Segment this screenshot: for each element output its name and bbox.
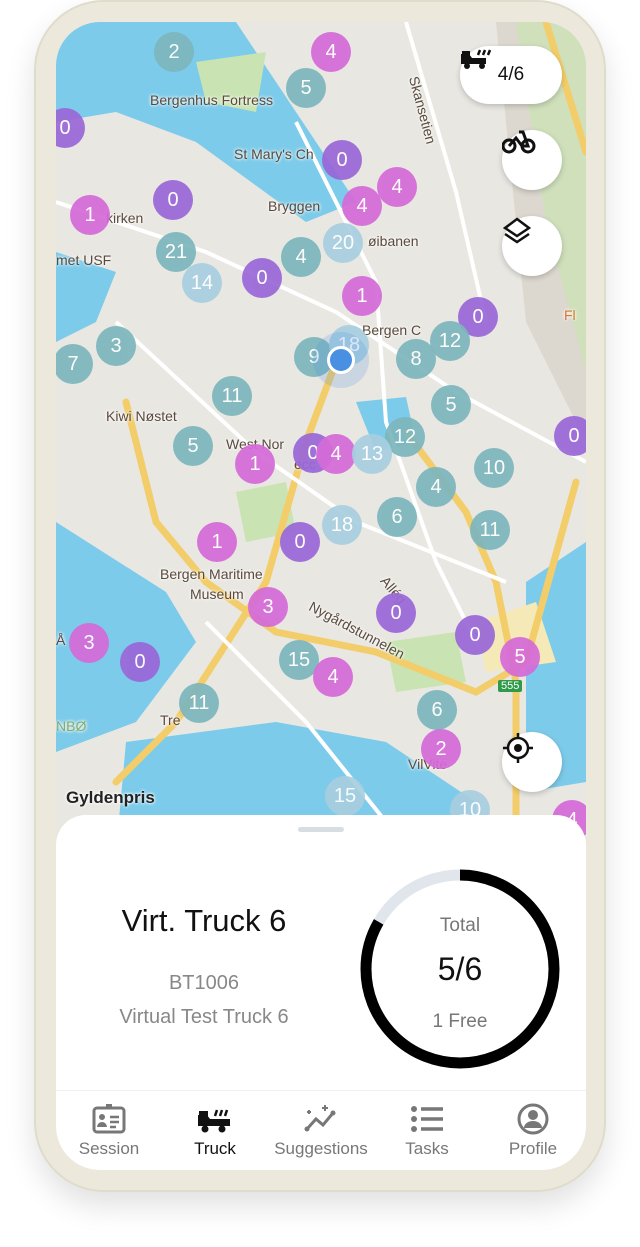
nav-suggestions[interactable]: Suggestions bbox=[268, 1091, 374, 1170]
map-label: Bergenhus Fortress bbox=[150, 92, 273, 108]
map-label: Kiwi Nøstet bbox=[106, 408, 177, 424]
road-sign: 555 bbox=[498, 680, 523, 692]
cluster-marker[interactable]: 0 bbox=[120, 642, 160, 682]
cluster-marker[interactable]: 4 bbox=[311, 32, 351, 72]
id-badge-icon bbox=[92, 1104, 126, 1134]
cluster-marker[interactable]: 11 bbox=[470, 510, 510, 550]
bike-icon bbox=[502, 130, 536, 154]
nav-truck[interactable]: Truck bbox=[162, 1091, 268, 1170]
nav-profile[interactable]: Profile bbox=[480, 1091, 586, 1170]
bike-button[interactable] bbox=[502, 130, 562, 190]
nav-label: Suggestions bbox=[274, 1139, 368, 1158]
truck-icon bbox=[198, 1109, 230, 1133]
nav-label: Profile bbox=[508, 1139, 558, 1158]
ring-value: 5/6 bbox=[437, 951, 483, 987]
cluster-marker[interactable]: 0 bbox=[280, 522, 320, 562]
nav-label: Tasks bbox=[405, 1139, 449, 1158]
cluster-marker[interactable]: 11 bbox=[179, 683, 219, 723]
layers-icon bbox=[502, 217, 532, 244]
crosshair-icon bbox=[503, 733, 533, 763]
map-label: Bergen C bbox=[362, 322, 422, 338]
truck-icon bbox=[461, 49, 492, 69]
map-label: Bergen Maritime bbox=[160, 566, 263, 582]
cluster-marker[interactable]: 14 bbox=[182, 263, 222, 303]
cluster-marker[interactable]: 15 bbox=[325, 776, 365, 816]
nav-tasks[interactable]: Tasks bbox=[374, 1091, 480, 1170]
cluster-marker[interactable]: 4 bbox=[281, 237, 321, 277]
nav-session[interactable]: Session bbox=[56, 1091, 162, 1170]
cluster-marker[interactable]: 1 bbox=[342, 276, 382, 316]
truck-info-card: Virt. Truck 6 BT1006 Virtual Test Truck … bbox=[56, 815, 586, 1115]
cluster-marker[interactable]: 0 bbox=[153, 180, 193, 220]
truck-id: BT1006 bbox=[168, 972, 240, 994]
cluster-marker[interactable]: 4 bbox=[377, 167, 417, 207]
map-label: met USF bbox=[56, 252, 112, 268]
drag-handle[interactable] bbox=[298, 827, 344, 832]
map-label: Fl bbox=[564, 307, 576, 323]
map-label: NBØ bbox=[56, 718, 87, 734]
cluster-marker[interactable]: 1 bbox=[70, 195, 110, 235]
map-label: Museum bbox=[190, 586, 244, 602]
map-label: Gyldenpris bbox=[66, 788, 155, 807]
cluster-marker[interactable]: 12 bbox=[430, 321, 470, 361]
cluster-marker[interactable]: 0 bbox=[554, 416, 586, 456]
map-label: Tre bbox=[160, 712, 181, 728]
cluster-marker[interactable]: 13 bbox=[352, 434, 392, 474]
truck-title: Virt. Truck 6 bbox=[121, 903, 287, 938]
map-label: St Mary's Ch bbox=[234, 146, 314, 162]
layers-button[interactable] bbox=[502, 216, 562, 276]
map-label: øibanen bbox=[368, 233, 419, 249]
cluster-marker[interactable]: 2 bbox=[154, 32, 194, 72]
sparkle-chart-icon bbox=[304, 1105, 336, 1132]
nav-label: Truck bbox=[194, 1139, 236, 1158]
cluster-marker[interactable]: 1 bbox=[235, 444, 275, 484]
locate-me-button[interactable] bbox=[502, 732, 562, 792]
cluster-marker[interactable]: 3 bbox=[248, 587, 288, 627]
truck-capacity-button[interactable]: 4/6 bbox=[460, 46, 562, 104]
user-location-dot bbox=[327, 346, 355, 374]
bottom-nav: Session Truck Suggestions Tasks Profile bbox=[56, 1090, 586, 1170]
cluster-marker[interactable]: 6 bbox=[377, 497, 417, 537]
list-icon bbox=[411, 1106, 443, 1132]
map-label: Å bbox=[56, 632, 66, 648]
map-label: kirken bbox=[106, 210, 144, 226]
cluster-marker[interactable]: 20 bbox=[323, 223, 363, 263]
cluster-marker[interactable]: 11 bbox=[212, 376, 252, 416]
cluster-marker[interactable]: 2 bbox=[421, 729, 461, 769]
ring-label: Total bbox=[439, 915, 481, 936]
cluster-marker[interactable]: 4 bbox=[316, 434, 356, 474]
app-screen: Bergenhus Fortress St Mary's Ch Bryggen … bbox=[56, 22, 586, 1170]
cluster-marker[interactable]: 1 bbox=[197, 522, 237, 562]
cluster-marker[interactable]: 4 bbox=[313, 657, 353, 697]
cluster-marker[interactable]: 8 bbox=[396, 339, 436, 379]
cluster-marker[interactable]: 3 bbox=[96, 326, 136, 366]
cluster-marker[interactable]: 5 bbox=[431, 385, 471, 425]
ring-free: 1 Free bbox=[432, 1011, 488, 1032]
nav-label: Session bbox=[78, 1139, 140, 1158]
truck-capacity-label: 4/6 bbox=[497, 64, 525, 85]
cluster-marker[interactable]: 0 bbox=[376, 593, 416, 633]
cluster-marker[interactable]: 0 bbox=[455, 615, 495, 655]
profile-icon bbox=[517, 1103, 549, 1135]
cluster-marker[interactable]: 0 bbox=[242, 258, 282, 298]
cluster-marker[interactable]: 18 bbox=[322, 505, 362, 545]
cluster-marker[interactable]: 4 bbox=[416, 467, 456, 507]
cluster-marker[interactable]: 6 bbox=[417, 690, 457, 730]
cluster-marker[interactable]: 5 bbox=[286, 68, 326, 108]
cluster-marker[interactable]: 10 bbox=[474, 448, 514, 488]
truck-name: Virtual Test Truck 6 bbox=[119, 1006, 289, 1028]
cluster-marker[interactable]: 3 bbox=[69, 623, 109, 663]
cluster-marker[interactable]: 4 bbox=[342, 186, 382, 226]
cluster-marker[interactable]: 5 bbox=[173, 426, 213, 466]
map-label: Bryggen bbox=[268, 198, 321, 214]
cluster-marker[interactable]: 5 bbox=[500, 637, 540, 677]
map[interactable]: Bergenhus Fortress St Mary's Ch Bryggen … bbox=[56, 22, 586, 852]
cluster-marker[interactable]: 0 bbox=[322, 140, 362, 180]
